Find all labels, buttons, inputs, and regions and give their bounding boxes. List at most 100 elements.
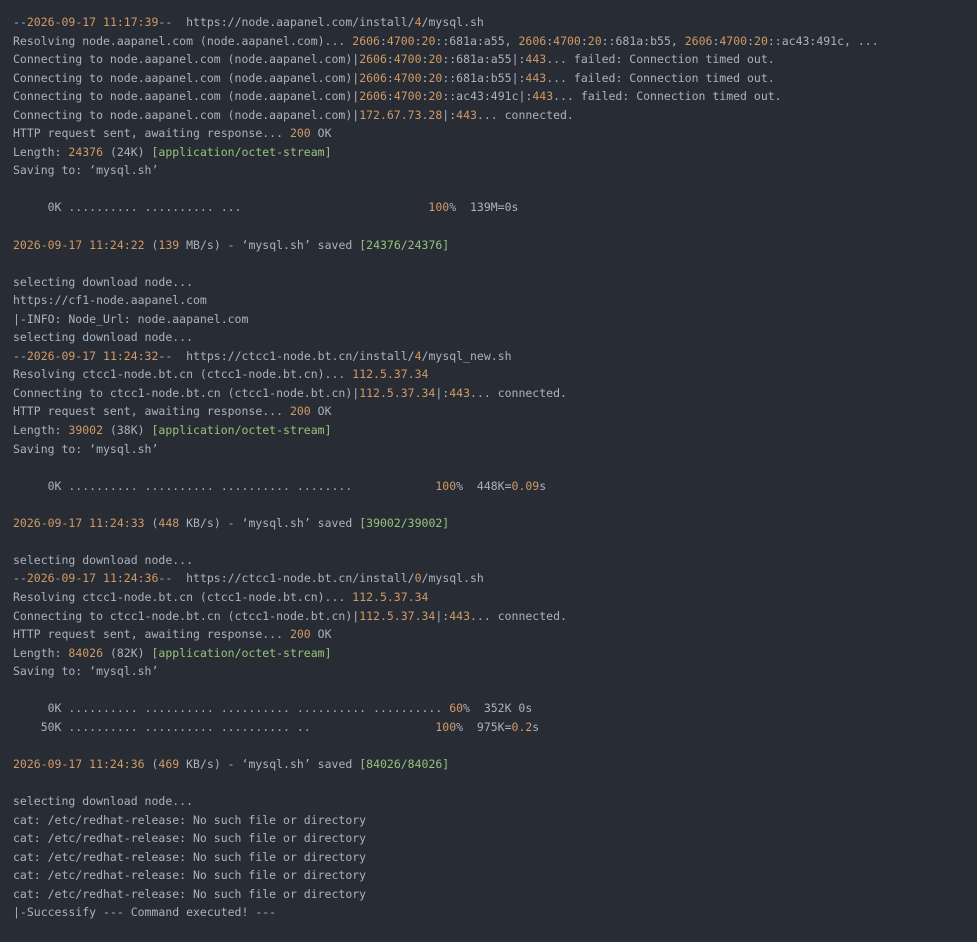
terminal-text: 2026-09-17 11:24:36 bbox=[13, 756, 145, 771]
terminal-text: ... connected. bbox=[470, 385, 567, 400]
terminal-text: 2026-09-17 11:24:33 bbox=[13, 515, 145, 530]
terminal-line: 50K .......... .......... .......... .. … bbox=[13, 718, 977, 737]
terminal-line: Saving to: ‘mysql.sh’ bbox=[13, 440, 977, 459]
terminal-text: 112.5.37.34 bbox=[352, 367, 429, 382]
terminal-text: Saving to: ‘mysql.sh’ bbox=[13, 441, 159, 456]
terminal-text: selecting download node... bbox=[13, 274, 194, 289]
terminal-text: /mysql.sh bbox=[421, 15, 484, 29]
terminal-text: 2606 bbox=[359, 89, 387, 104]
terminal-text: https://cf1-node.aapanel.com bbox=[13, 293, 207, 308]
terminal-text: 20 bbox=[754, 33, 768, 48]
terminal-text: 2606 bbox=[352, 33, 380, 48]
terminal-text: 4700 bbox=[393, 89, 422, 104]
terminal-line: Connecting to node.aapanel.com (node.aap… bbox=[13, 106, 977, 125]
terminal-text: : bbox=[747, 33, 755, 48]
terminal-text: 2026-09-17 11:17:39 bbox=[26, 15, 159, 29]
terminal-text: -- https://ctcc1-node.bt.cn/install/ bbox=[158, 571, 415, 586]
terminal-text: 443 bbox=[525, 70, 547, 85]
terminal-text: 100 bbox=[435, 478, 457, 493]
terminal-text: 20 bbox=[421, 33, 436, 48]
terminal-text: HTTP request sent, awaiting response... bbox=[13, 404, 290, 419]
terminal-text: % 352K 0s bbox=[463, 701, 533, 716]
terminal-text: (82K) bbox=[103, 645, 152, 660]
terminal-text: -- https://node.aapanel.com/install/ bbox=[158, 15, 415, 29]
terminal-line: Connecting to ctcc1-node.bt.cn (ctcc1-no… bbox=[13, 384, 977, 403]
terminal-text: 112.5.37.34 bbox=[352, 589, 429, 604]
terminal-text: Resolving ctcc1-node.bt.cn (ctcc1-node.b… bbox=[13, 589, 353, 604]
terminal-text: 84026 bbox=[68, 645, 104, 660]
terminal-text: : bbox=[386, 89, 394, 104]
terminal-text: selecting download node... bbox=[13, 330, 194, 345]
terminal-text: 112.5.37.34 bbox=[359, 385, 436, 400]
terminal-text: 0K .......... .......... .......... ....… bbox=[13, 701, 450, 716]
terminal-text: Resolving ctcc1-node.bt.cn (ctcc1-node.b… bbox=[13, 367, 353, 382]
terminal-text: ::681a:b55, bbox=[601, 33, 685, 48]
terminal-text: OK bbox=[310, 627, 332, 642]
terminal-text: Connecting to node.aapanel.com (node.aap… bbox=[13, 70, 360, 85]
terminal-text: OK bbox=[310, 126, 332, 141]
terminal-text: % 139M=0s bbox=[449, 200, 519, 215]
terminal-text: 2606 bbox=[684, 33, 713, 48]
terminal-text: 0K .......... .......... ... bbox=[13, 200, 429, 215]
terminal-text: [application/octet-stream] bbox=[151, 423, 332, 438]
terminal-text: KB/s) - ‘mysql.sh’ saved bbox=[179, 756, 360, 771]
terminal-text: : bbox=[386, 52, 394, 67]
terminal-text: 39002 bbox=[68, 423, 104, 438]
terminal-text: Connecting to node.aapanel.com (node.aap… bbox=[13, 107, 360, 122]
terminal-line: 0K .......... .......... .......... ....… bbox=[13, 477, 977, 496]
terminal-text: 4700 bbox=[719, 33, 748, 48]
terminal-text: 469 bbox=[158, 756, 180, 771]
terminal-line: Resolving ctcc1-node.bt.cn (ctcc1-node.b… bbox=[13, 588, 977, 607]
terminal-text: 20 bbox=[428, 52, 443, 67]
terminal-text: s bbox=[539, 478, 547, 493]
terminal-text: 0K .......... .......... .......... ....… bbox=[13, 478, 436, 493]
terminal-text: cat: /etc/redhat-release: No such file o… bbox=[13, 886, 367, 901]
terminal-text: 24376 bbox=[68, 144, 104, 159]
terminal-text: 20 bbox=[587, 33, 602, 48]
terminal-line: https://cf1-node.aapanel.com bbox=[13, 291, 977, 310]
terminal-line: Length: 84026 (82K) [application/octet-s… bbox=[13, 644, 977, 663]
terminal-line: Connecting to node.aapanel.com (node.aap… bbox=[13, 87, 977, 106]
terminal-line: --2026-09-17 11:24:36-- https://ctcc1-no… bbox=[13, 569, 977, 588]
terminal-text: 4700 bbox=[553, 33, 581, 48]
terminal-text: s bbox=[532, 719, 540, 734]
terminal-line: selecting download node... bbox=[13, 273, 977, 292]
terminal-line: HTTP request sent, awaiting response... … bbox=[13, 625, 977, 644]
terminal-line: selecting download node... bbox=[13, 328, 977, 347]
terminal-text: ::681a:a55, bbox=[435, 33, 519, 48]
terminal-line: 2026-09-17 11:24:36 (469 KB/s) - ‘mysql.… bbox=[13, 755, 977, 774]
terminal-line: 0K .......... .......... .......... ....… bbox=[13, 699, 977, 718]
terminal-line: cat: /etc/redhat-release: No such file o… bbox=[13, 885, 977, 904]
terminal-text: cat: /etc/redhat-release: No such file o… bbox=[13, 868, 367, 883]
terminal-line: 2026-09-17 11:24:33 (448 KB/s) - ‘mysql.… bbox=[13, 514, 977, 533]
terminal-text: 112.5.37.34 bbox=[359, 608, 436, 623]
terminal-text: cat: /etc/redhat-release: No such file o… bbox=[13, 831, 367, 846]
terminal-text: ::ac43:491c|: bbox=[442, 89, 533, 104]
terminal-text: ( bbox=[144, 756, 159, 771]
terminal-output[interactable]: --2026-09-17 11:17:39-- https://node.aap… bbox=[0, 0, 977, 942]
terminal-text: 200 bbox=[289, 404, 311, 419]
terminal-text: 2606 bbox=[518, 33, 547, 48]
terminal-text: 443 bbox=[449, 608, 470, 623]
terminal-text: cat: /etc/redhat-release: No such file o… bbox=[13, 849, 367, 864]
terminal-text: 0.2 bbox=[511, 719, 533, 734]
terminal-text: selecting download node... bbox=[13, 552, 194, 567]
terminal-text: |: bbox=[442, 107, 457, 122]
terminal-text: [application/octet-stream] bbox=[151, 645, 332, 660]
terminal-text: OK bbox=[310, 404, 332, 419]
terminal-text: [84026/84026] bbox=[359, 756, 450, 771]
terminal-line: Resolving node.aapanel.com (node.aapanel… bbox=[13, 32, 977, 51]
terminal-text: [24376/24376] bbox=[359, 237, 450, 252]
terminal-text: 443 bbox=[532, 89, 554, 104]
terminal-text: 100 bbox=[428, 200, 450, 215]
terminal-text: /mysql.sh bbox=[421, 571, 484, 586]
terminal-text: selecting download node... bbox=[13, 793, 194, 808]
terminal-text: 2026-09-17 11:24:36 bbox=[26, 571, 159, 586]
terminal-line: HTTP request sent, awaiting response... … bbox=[13, 124, 977, 143]
terminal-line: cat: /etc/redhat-release: No such file o… bbox=[13, 848, 977, 867]
terminal-text: 20 bbox=[428, 89, 443, 104]
